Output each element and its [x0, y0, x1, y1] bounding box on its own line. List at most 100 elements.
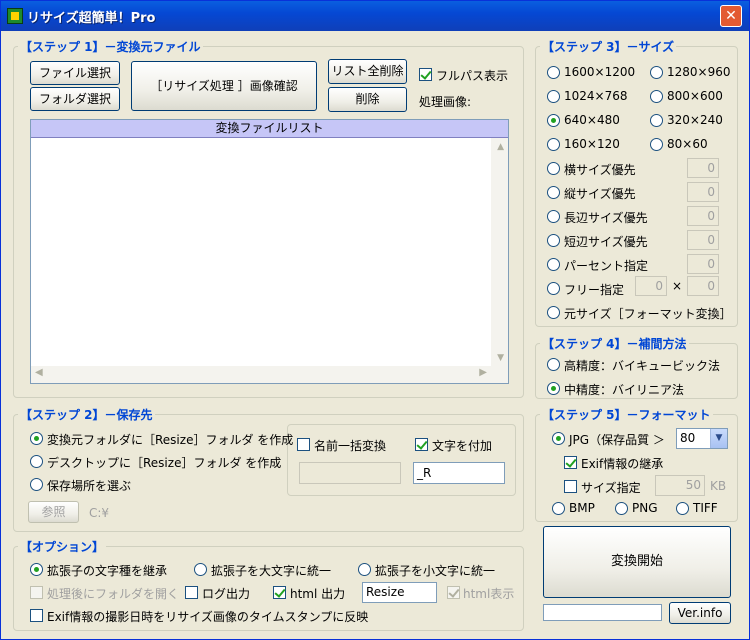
ext-option-label-0: 拡張子の文字種を継承: [47, 564, 168, 578]
priority-radio-free[interactable]: [547, 282, 560, 295]
scroll-down-icon[interactable]: ▼: [497, 353, 504, 363]
open-folder-label: 処理後にフォルダを開く: [47, 587, 180, 601]
filename-group: [287, 424, 516, 496]
scroll-right-icon[interactable]: ▶: [479, 367, 487, 378]
suffix-label: 文字を付加: [432, 439, 493, 453]
size-label-0: 1600×1200: [564, 65, 636, 79]
step2-title: 【ステップ 2】－保存先: [18, 406, 155, 423]
preview-button[interactable]: ［リサイズ処理 ］画像確認: [131, 61, 317, 111]
priority-label-percent: パーセント指定: [564, 259, 649, 273]
step5-title: 【ステップ 5】－フォーマット: [540, 406, 713, 423]
size-label-4: 640×480: [564, 113, 620, 127]
list-vscrollbar[interactable]: [491, 138, 508, 367]
exif-inherit-label: Exif情報の継承: [581, 457, 664, 471]
dropdown-arrow-icon[interactable]: ▼: [710, 429, 727, 448]
size-radio-1[interactable]: [650, 66, 663, 79]
save-option-radio-1[interactable]: [30, 455, 43, 468]
quality-select[interactable]: 80 ▼: [676, 428, 728, 449]
priority-radio-long_priority[interactable]: [547, 210, 560, 223]
size-kb-field[interactable]: 50: [655, 475, 705, 496]
interp-label-1: 中精度：バイリニア法: [564, 383, 685, 397]
size-radio-4[interactable]: [547, 114, 560, 127]
list-hscrollbar[interactable]: ◀ ▶: [31, 366, 508, 383]
priority-radio-original[interactable]: [547, 306, 560, 319]
title-bar: リサイズ超簡単！Pro ✕: [1, 1, 749, 31]
ext-option-radio-1[interactable]: [194, 563, 207, 576]
size-label-7: 80×60: [667, 137, 708, 151]
priority-radio-short_priority[interactable]: [547, 234, 560, 247]
priority-label-free: フリー指定: [564, 283, 625, 297]
interp-radio-0[interactable]: [547, 358, 560, 371]
folder-select-button[interactable]: フォルダ選択: [30, 87, 120, 111]
quality-value: 80: [680, 431, 696, 445]
ext-option-radio-2[interactable]: [358, 563, 371, 576]
format-bmp-radio[interactable]: [552, 502, 565, 515]
start-button[interactable]: 変換開始: [543, 526, 731, 598]
priority-label-long_priority: 長辺サイズ優先: [564, 211, 648, 225]
size-radio-0[interactable]: [547, 66, 560, 79]
priority-label-short_priority: 短辺サイズ優先: [564, 235, 648, 249]
ver-info-button[interactable]: Ver.info: [669, 602, 731, 624]
interp-label-0: 高精度：バイキュービック法: [564, 359, 721, 373]
ext-option-label-2: 拡張子を小文字に統一: [375, 564, 496, 578]
priority-radio-percent[interactable]: [547, 258, 560, 271]
priority-field-height_priority[interactable]: 0: [687, 182, 719, 202]
priority-field-percent[interactable]: 0: [687, 254, 719, 274]
close-button[interactable]: ✕: [720, 5, 742, 27]
priority-field-short_priority[interactable]: 0: [687, 230, 719, 250]
size-radio-7[interactable]: [650, 138, 663, 151]
file-list[interactable]: 変換ファイルリスト ◀ ▶ ▲ ▼: [30, 119, 509, 384]
tiff-label: TIFF: [693, 501, 718, 515]
size-spec-label: サイズ指定: [581, 481, 641, 495]
times-label: ×: [672, 279, 683, 293]
html-output-checkbox[interactable]: [273, 586, 286, 599]
size-spec-checkbox[interactable]: [564, 480, 577, 493]
delete-button[interactable]: 削除: [328, 87, 407, 112]
size-radio-3[interactable]: [650, 90, 663, 103]
priority-field-width_priority[interactable]: 0: [687, 158, 719, 178]
kb-label: KB: [710, 479, 727, 493]
window-title: リサイズ超簡単！Pro: [27, 11, 156, 26]
fullpath-checkbox[interactable]: [419, 68, 432, 81]
open-folder-checkbox[interactable]: [30, 586, 43, 599]
file-select-button[interactable]: ファイル選択: [30, 61, 120, 85]
rename-field[interactable]: [299, 462, 401, 484]
clear-all-button[interactable]: リスト全削除: [328, 59, 407, 84]
format-jpg-radio[interactable]: [552, 432, 565, 445]
priority-radio-width_priority[interactable]: [547, 162, 560, 175]
size-label-6: 160×120: [564, 137, 620, 151]
size-radio-2[interactable]: [547, 90, 560, 103]
app-icon: [7, 8, 23, 24]
save-option-label-0: 変換元フォルダに［Resize］フォルダ を作成: [47, 433, 294, 447]
interp-radio-1[interactable]: [547, 382, 560, 395]
size-label-1: 1280×960: [667, 65, 731, 79]
log-output-checkbox[interactable]: [185, 586, 198, 599]
size-label-3: 800×600: [667, 89, 723, 103]
size-radio-6[interactable]: [547, 138, 560, 151]
step4-title: 【ステップ 4】－補間方法: [540, 335, 689, 352]
save-path-field[interactable]: C:¥: [85, 503, 516, 521]
ext-option-radio-0[interactable]: [30, 563, 43, 576]
html-display-label: html表示: [463, 587, 515, 601]
exif-timestamp-checkbox[interactable]: [30, 609, 43, 622]
priority-radio-height_priority[interactable]: [547, 186, 560, 199]
format-tiff-radio[interactable]: [676, 502, 689, 515]
suffix-checkbox[interactable]: [415, 438, 428, 451]
browse-button[interactable]: 参照: [28, 501, 79, 523]
save-option-radio-2[interactable]: [30, 478, 43, 491]
priority-label-height_priority: 縦サイズ優先: [564, 187, 636, 201]
exif-inherit-checkbox[interactable]: [564, 456, 577, 469]
format-png-radio[interactable]: [615, 502, 628, 515]
free-height-field[interactable]: 0: [687, 276, 719, 296]
save-option-radio-0[interactable]: [30, 432, 43, 445]
html-display-checkbox[interactable]: [447, 586, 460, 599]
scroll-up-icon[interactable]: ▲: [497, 142, 504, 152]
scroll-left-icon[interactable]: ◀: [35, 367, 43, 378]
suffix-field[interactable]: _R: [413, 462, 505, 484]
priority-field-long_priority[interactable]: 0: [687, 206, 719, 226]
size-radio-5[interactable]: [650, 114, 663, 127]
jpg-label: JPG（保存品質 ＞: [569, 433, 665, 447]
html-name-field[interactable]: Resize: [362, 582, 437, 603]
rename-checkbox[interactable]: [297, 438, 310, 451]
free-width-field[interactable]: 0: [635, 276, 667, 296]
